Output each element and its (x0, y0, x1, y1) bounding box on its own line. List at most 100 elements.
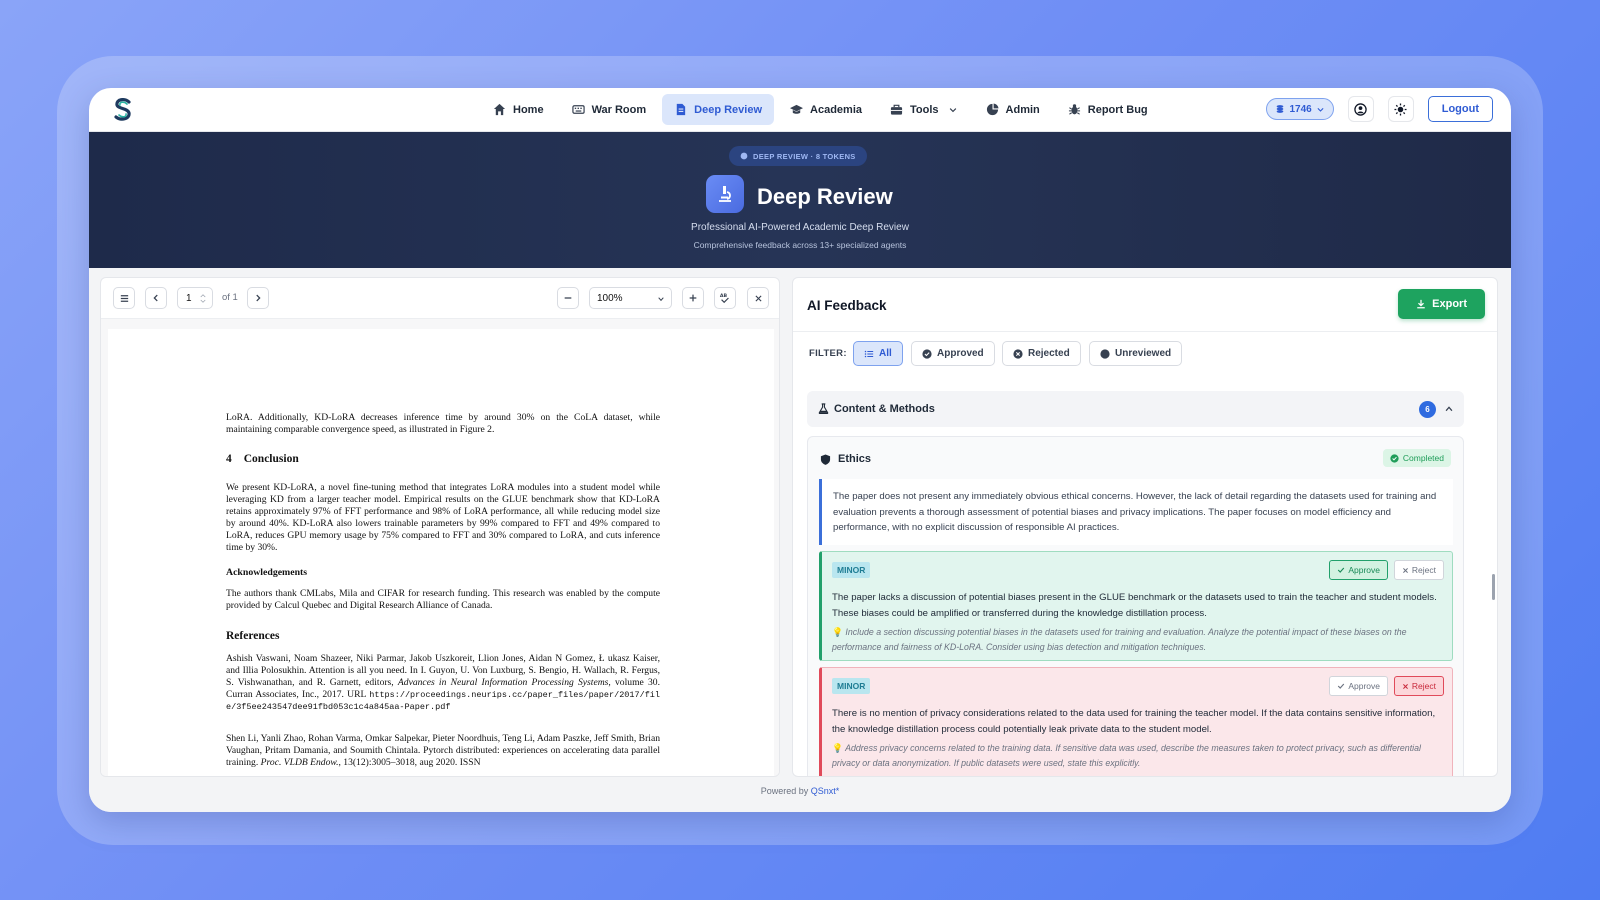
document-icon (676, 103, 686, 116)
token-balance: 1746 (1289, 103, 1312, 115)
reject-button[interactable]: Reject (1393, 560, 1444, 580)
ref-details: , 13(12):3005–3018, aug 2020. ISSN (338, 757, 481, 768)
sidebar-toggle-button[interactable] (113, 287, 135, 309)
previous-page-button[interactable] (145, 287, 167, 309)
approve-button[interactable]: Approve (1329, 560, 1388, 580)
page-number-input[interactable]: 1 (177, 287, 213, 309)
page-count: of 1 (222, 292, 238, 303)
ethics-summary: The paper does not present any immediate… (819, 479, 1453, 545)
nav-tools[interactable]: Tools (878, 94, 970, 125)
zoom-level: 100% (597, 292, 623, 304)
export-button[interactable]: Export (1398, 289, 1485, 319)
nav-home[interactable]: Home (481, 94, 556, 125)
filter-rejected-button[interactable]: Rejected (1002, 341, 1081, 366)
suggestion-text: Address privacy concerns related to the … (832, 743, 1421, 768)
bug-icon (1068, 104, 1080, 115)
feedback-title: AI Feedback (807, 298, 887, 313)
ref-venue: Proc. VLDB Endow. (260, 757, 339, 768)
ethics-card: Ethics Completed The paper does not pres… (807, 436, 1464, 776)
keyboard-icon (571, 105, 585, 114)
export-label: Export (1432, 298, 1467, 310)
filter-rejected-label: Rejected (1028, 348, 1070, 359)
footer-prefix: Powered by (760, 786, 809, 796)
chevron-up-icon[interactable] (1444, 404, 1454, 414)
next-page-button[interactable] (247, 287, 269, 309)
check-icon (1338, 683, 1345, 689)
check-circle-icon (922, 348, 932, 359)
main-menu: Home War Room Deep Review Academia Tools (481, 94, 1160, 125)
logout-button[interactable]: Logout (1427, 96, 1493, 122)
circle-icon (1100, 348, 1110, 359)
feedback-scrollbar[interactable] (1492, 574, 1495, 600)
nav-academia[interactable]: Academia (778, 94, 874, 125)
profile-button[interactable] (1347, 96, 1374, 122)
graduation-cap-icon (790, 104, 804, 114)
theme-toggle-button[interactable] (1387, 96, 1414, 122)
page-number: 1 (186, 292, 192, 304)
list-icon (864, 350, 874, 357)
check-circle-icon (1390, 453, 1399, 463)
pdf-section-heading: 4 Conclusion (226, 453, 299, 465)
coins-icon (1277, 105, 1284, 113)
footer-brand-link[interactable]: QSnxt* (811, 786, 840, 796)
pdf-viewer: 1 of 1 100% AB LoRA. Additionally, KD-Lo… (100, 277, 780, 777)
nav-war-room[interactable]: War Room (560, 94, 659, 125)
approve-label: Approve (1348, 681, 1380, 691)
pdf-page-area[interactable]: LoRA. Additionally, KD-LoRA decreases in… (101, 319, 779, 776)
app-logo-icon[interactable] (113, 98, 133, 122)
close-icon (1402, 683, 1408, 689)
minus-icon (564, 297, 572, 299)
zoom-in-button[interactable] (682, 287, 704, 309)
footer: Powered by QSnxt* (89, 786, 1511, 796)
section-content-methods[interactable]: Content & Methods 6 (807, 391, 1464, 427)
nav-deep-review[interactable]: Deep Review (662, 94, 775, 125)
status-label: Completed (1402, 453, 1444, 463)
nav-tools-label: Tools (910, 103, 939, 116)
nav-right: 1746 Logout (1266, 96, 1493, 122)
pdf-references-heading: References (226, 630, 280, 642)
issue-count-badge: 6 (1419, 401, 1436, 418)
chevron-down-icon (1317, 107, 1324, 112)
app-window: Home War Room Deep Review Academia Tools (89, 88, 1511, 812)
issue-card-approved: MINOR Approve Reject The paper lacks a d… (819, 551, 1453, 661)
menu-icon (120, 294, 128, 302)
top-nav: Home War Room Deep Review Academia Tools (89, 88, 1511, 132)
approve-button[interactable]: Approve (1329, 676, 1388, 696)
lightbulb-icon: 💡 (832, 743, 843, 753)
filter-all-label: All (879, 348, 892, 359)
hero-subtitle: Professional AI-Powered Academic Deep Re… (691, 222, 909, 233)
reject-label: Reject (1411, 565, 1436, 575)
pdf-paragraph: LoRA. Additionally, KD-LoRA decreases in… (226, 412, 660, 435)
nav-report-bug[interactable]: Report Bug (1056, 94, 1160, 125)
filter-approved-button[interactable]: Approved (911, 341, 995, 366)
nav-admin[interactable]: Admin (974, 94, 1052, 125)
filter-unreviewed-button[interactable]: Unreviewed (1089, 341, 1183, 366)
spellcheck-button[interactable]: AB (714, 287, 736, 309)
download-icon (1417, 299, 1425, 309)
hero-badge-label: DEEP REVIEW · 8 TOKENS (753, 151, 856, 161)
token-balance-button[interactable]: 1746 (1266, 98, 1334, 120)
status-badge: Completed (1382, 449, 1451, 467)
issue-description: There is no mention of privacy considera… (832, 708, 1436, 735)
reject-button[interactable]: Reject (1393, 676, 1444, 696)
ref-venue: Advances in Neural Information Processin… (397, 677, 609, 688)
issue-suggestion: 💡 Address privacy concerns related to th… (832, 741, 1446, 770)
zoom-out-button[interactable] (557, 287, 579, 309)
sun-icon (1394, 102, 1407, 116)
filter-all-button[interactable]: All (853, 341, 903, 366)
plus-icon (689, 294, 697, 302)
suggestion-text: Include a section discussing potential b… (832, 627, 1407, 652)
chevron-left-icon (153, 294, 158, 302)
home-icon (493, 103, 506, 116)
zoom-select[interactable]: 100% (589, 287, 672, 309)
spellcheck-icon: AB (720, 293, 729, 304)
x-circle-icon (1013, 348, 1023, 359)
chevron-down-icon (949, 107, 956, 112)
nav-deep-review-label: Deep Review (694, 103, 763, 116)
filter-unreviewed-label: Unreviewed (1115, 348, 1172, 359)
close-pdf-button[interactable] (747, 287, 769, 309)
issue-suggestion: 💡 Include a section discussing potential… (832, 625, 1446, 654)
stepper-icon[interactable] (200, 294, 206, 303)
coin-icon (740, 152, 748, 160)
reject-label: Reject (1411, 681, 1436, 691)
